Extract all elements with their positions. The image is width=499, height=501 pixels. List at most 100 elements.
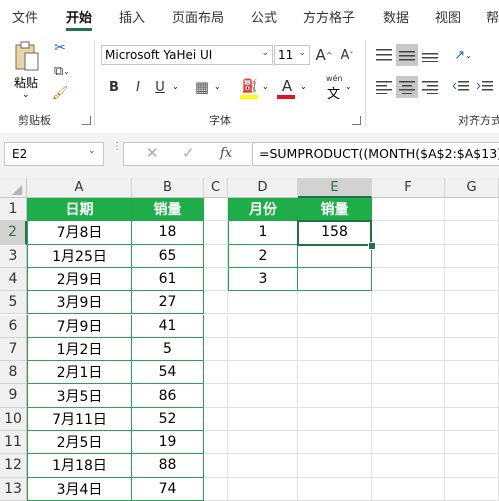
font-launcher-icon[interactable] <box>352 116 361 125</box>
tab-help[interactable]: 帮 <box>486 7 499 26</box>
cell-e11[interactable] <box>298 431 372 455</box>
cell-c1[interactable] <box>204 198 228 222</box>
cell-f1[interactable] <box>372 198 445 222</box>
cell-c12[interactable] <box>204 454 228 478</box>
cell-d1[interactable]: 月份 <box>228 198 298 222</box>
font-name-combo[interactable]: Microsoft YaHei UI ⌄ <box>101 45 273 65</box>
cell-a12[interactable]: 1月18日 <box>27 454 132 478</box>
paste-label[interactable]: 粘贴 <box>14 74 38 91</box>
align-center-icon[interactable] <box>396 76 418 98</box>
cell-e12[interactable] <box>298 454 372 478</box>
align-top-icon[interactable] <box>375 46 393 64</box>
tab-home[interactable]: 开始 <box>66 7 92 26</box>
cell-f3[interactable] <box>372 244 445 268</box>
italic-button[interactable]: I <box>129 77 147 97</box>
cell-b3[interactable]: 65 <box>132 244 204 268</box>
clipboard-launcher-icon[interactable] <box>82 116 91 125</box>
cell-f2[interactable] <box>372 221 445 245</box>
align-bottom-icon[interactable] <box>421 46 439 64</box>
tab-insert[interactable]: 插入 <box>119 7 145 26</box>
copy-icon[interactable]: ⧉ ⌄ <box>51 62 73 80</box>
cell-g1[interactable] <box>445 198 499 222</box>
cell-a3[interactable]: 1月25日 <box>27 244 132 268</box>
cell-d5[interactable] <box>228 291 298 315</box>
cell-b10[interactable]: 52 <box>132 407 204 431</box>
cell-g13[interactable] <box>445 477 499 501</box>
cell-g9[interactable] <box>445 384 499 408</box>
cell-b7[interactable]: 5 <box>132 337 204 362</box>
row-header-2[interactable]: 2 <box>0 221 27 245</box>
row-header-7[interactable]: 7 <box>0 337 27 362</box>
align-middle-icon[interactable] <box>396 44 418 66</box>
cell-d4[interactable]: 3 <box>228 267 298 292</box>
underline-button[interactable]: U <box>151 77 169 97</box>
cell-f5[interactable] <box>372 291 445 315</box>
cell-f10[interactable] <box>372 407 445 431</box>
paste-icon[interactable] <box>10 40 44 74</box>
cell-d12[interactable] <box>228 454 298 478</box>
cell-f6[interactable] <box>372 314 445 338</box>
cell-g6[interactable] <box>445 314 499 338</box>
cell-e8[interactable] <box>298 361 372 385</box>
cell-c2[interactable] <box>204 221 228 245</box>
enter-icon[interactable]: ✓ <box>182 144 195 162</box>
cell-c13[interactable] <box>204 477 228 501</box>
cell-d11[interactable] <box>228 431 298 455</box>
cell-a6[interactable]: 7月9日 <box>27 314 132 338</box>
column-header-b[interactable]: B <box>132 178 204 198</box>
decrease-indent-icon[interactable] <box>452 78 470 96</box>
phonetic-guide-icon[interactable]: 文 <box>327 83 340 102</box>
phonetic-guide-label[interactable]: wén <box>326 74 343 83</box>
cell-d7[interactable] <box>228 337 298 362</box>
cell-b5[interactable]: 27 <box>132 291 204 315</box>
row-header-5[interactable]: 5 <box>0 291 27 315</box>
cell-g5[interactable] <box>445 291 499 315</box>
cell-a4[interactable]: 2月9日 <box>27 267 132 292</box>
row-header-11[interactable]: 11 <box>0 431 27 455</box>
cell-f11[interactable] <box>372 431 445 455</box>
column-header-c[interactable]: C <box>204 178 228 198</box>
cell-a2[interactable]: 7月8日 <box>27 221 132 245</box>
formula-input[interactable]: =SUMPRODUCT((MONTH($A$2:$A$13)= <box>252 142 499 166</box>
cell-b2[interactable]: 18 <box>132 221 204 245</box>
cell-c5[interactable] <box>204 291 228 315</box>
font-color-button[interactable]: A <box>277 76 297 96</box>
cell-e10[interactable] <box>298 407 372 431</box>
cell-f7[interactable] <box>372 337 445 362</box>
cell-d2[interactable]: 1 <box>228 221 298 245</box>
chevron-down-icon[interactable]: ⌄ <box>214 82 221 91</box>
align-right-icon[interactable] <box>421 78 439 96</box>
column-header-e[interactable]: E <box>298 178 372 198</box>
cell-e9[interactable] <box>298 384 372 408</box>
increase-indent-icon[interactable] <box>476 78 494 96</box>
cell-f9[interactable] <box>372 384 445 408</box>
row-header-4[interactable]: 4 <box>0 267 27 292</box>
cell-b8[interactable]: 54 <box>132 361 204 385</box>
format-painter-icon[interactable]: 🖌 <box>51 84 69 102</box>
cell-c6[interactable] <box>204 314 228 338</box>
cell-d13[interactable] <box>228 477 298 501</box>
row-header-3[interactable]: 3 <box>0 244 27 268</box>
row-header-13[interactable]: 13 <box>0 477 27 501</box>
row-header-6[interactable]: 6 <box>0 314 27 338</box>
cell-e3[interactable] <box>298 244 372 268</box>
row-header-10[interactable]: 10 <box>0 407 27 431</box>
cell-c7[interactable] <box>204 337 228 362</box>
drag-handle-icon[interactable]: ⋮ <box>112 142 122 165</box>
cell-e7[interactable] <box>298 337 372 362</box>
cell-a1[interactable]: 日期 <box>27 198 132 222</box>
cell-a10[interactable]: 7月11日 <box>27 407 132 431</box>
cell-d10[interactable] <box>228 407 298 431</box>
tab-file[interactable]: 文件 <box>12 7 38 26</box>
cell-f12[interactable] <box>372 454 445 478</box>
cell-c3[interactable] <box>204 244 228 268</box>
cell-a11[interactable]: 2月5日 <box>27 431 132 455</box>
cell-f13[interactable] <box>372 477 445 501</box>
cell-a13[interactable]: 3月4日 <box>27 477 132 501</box>
column-header-a[interactable]: A <box>27 178 132 198</box>
fill-color-icon[interactable]: ⛽ <box>240 76 260 96</box>
cell-a9[interactable]: 3月5日 <box>27 384 132 408</box>
tab-page-layout[interactable]: 页面布局 <box>172 7 224 26</box>
select-all-corner[interactable] <box>0 178 27 198</box>
chevron-down-icon[interactable]: ⌄ <box>262 82 269 91</box>
